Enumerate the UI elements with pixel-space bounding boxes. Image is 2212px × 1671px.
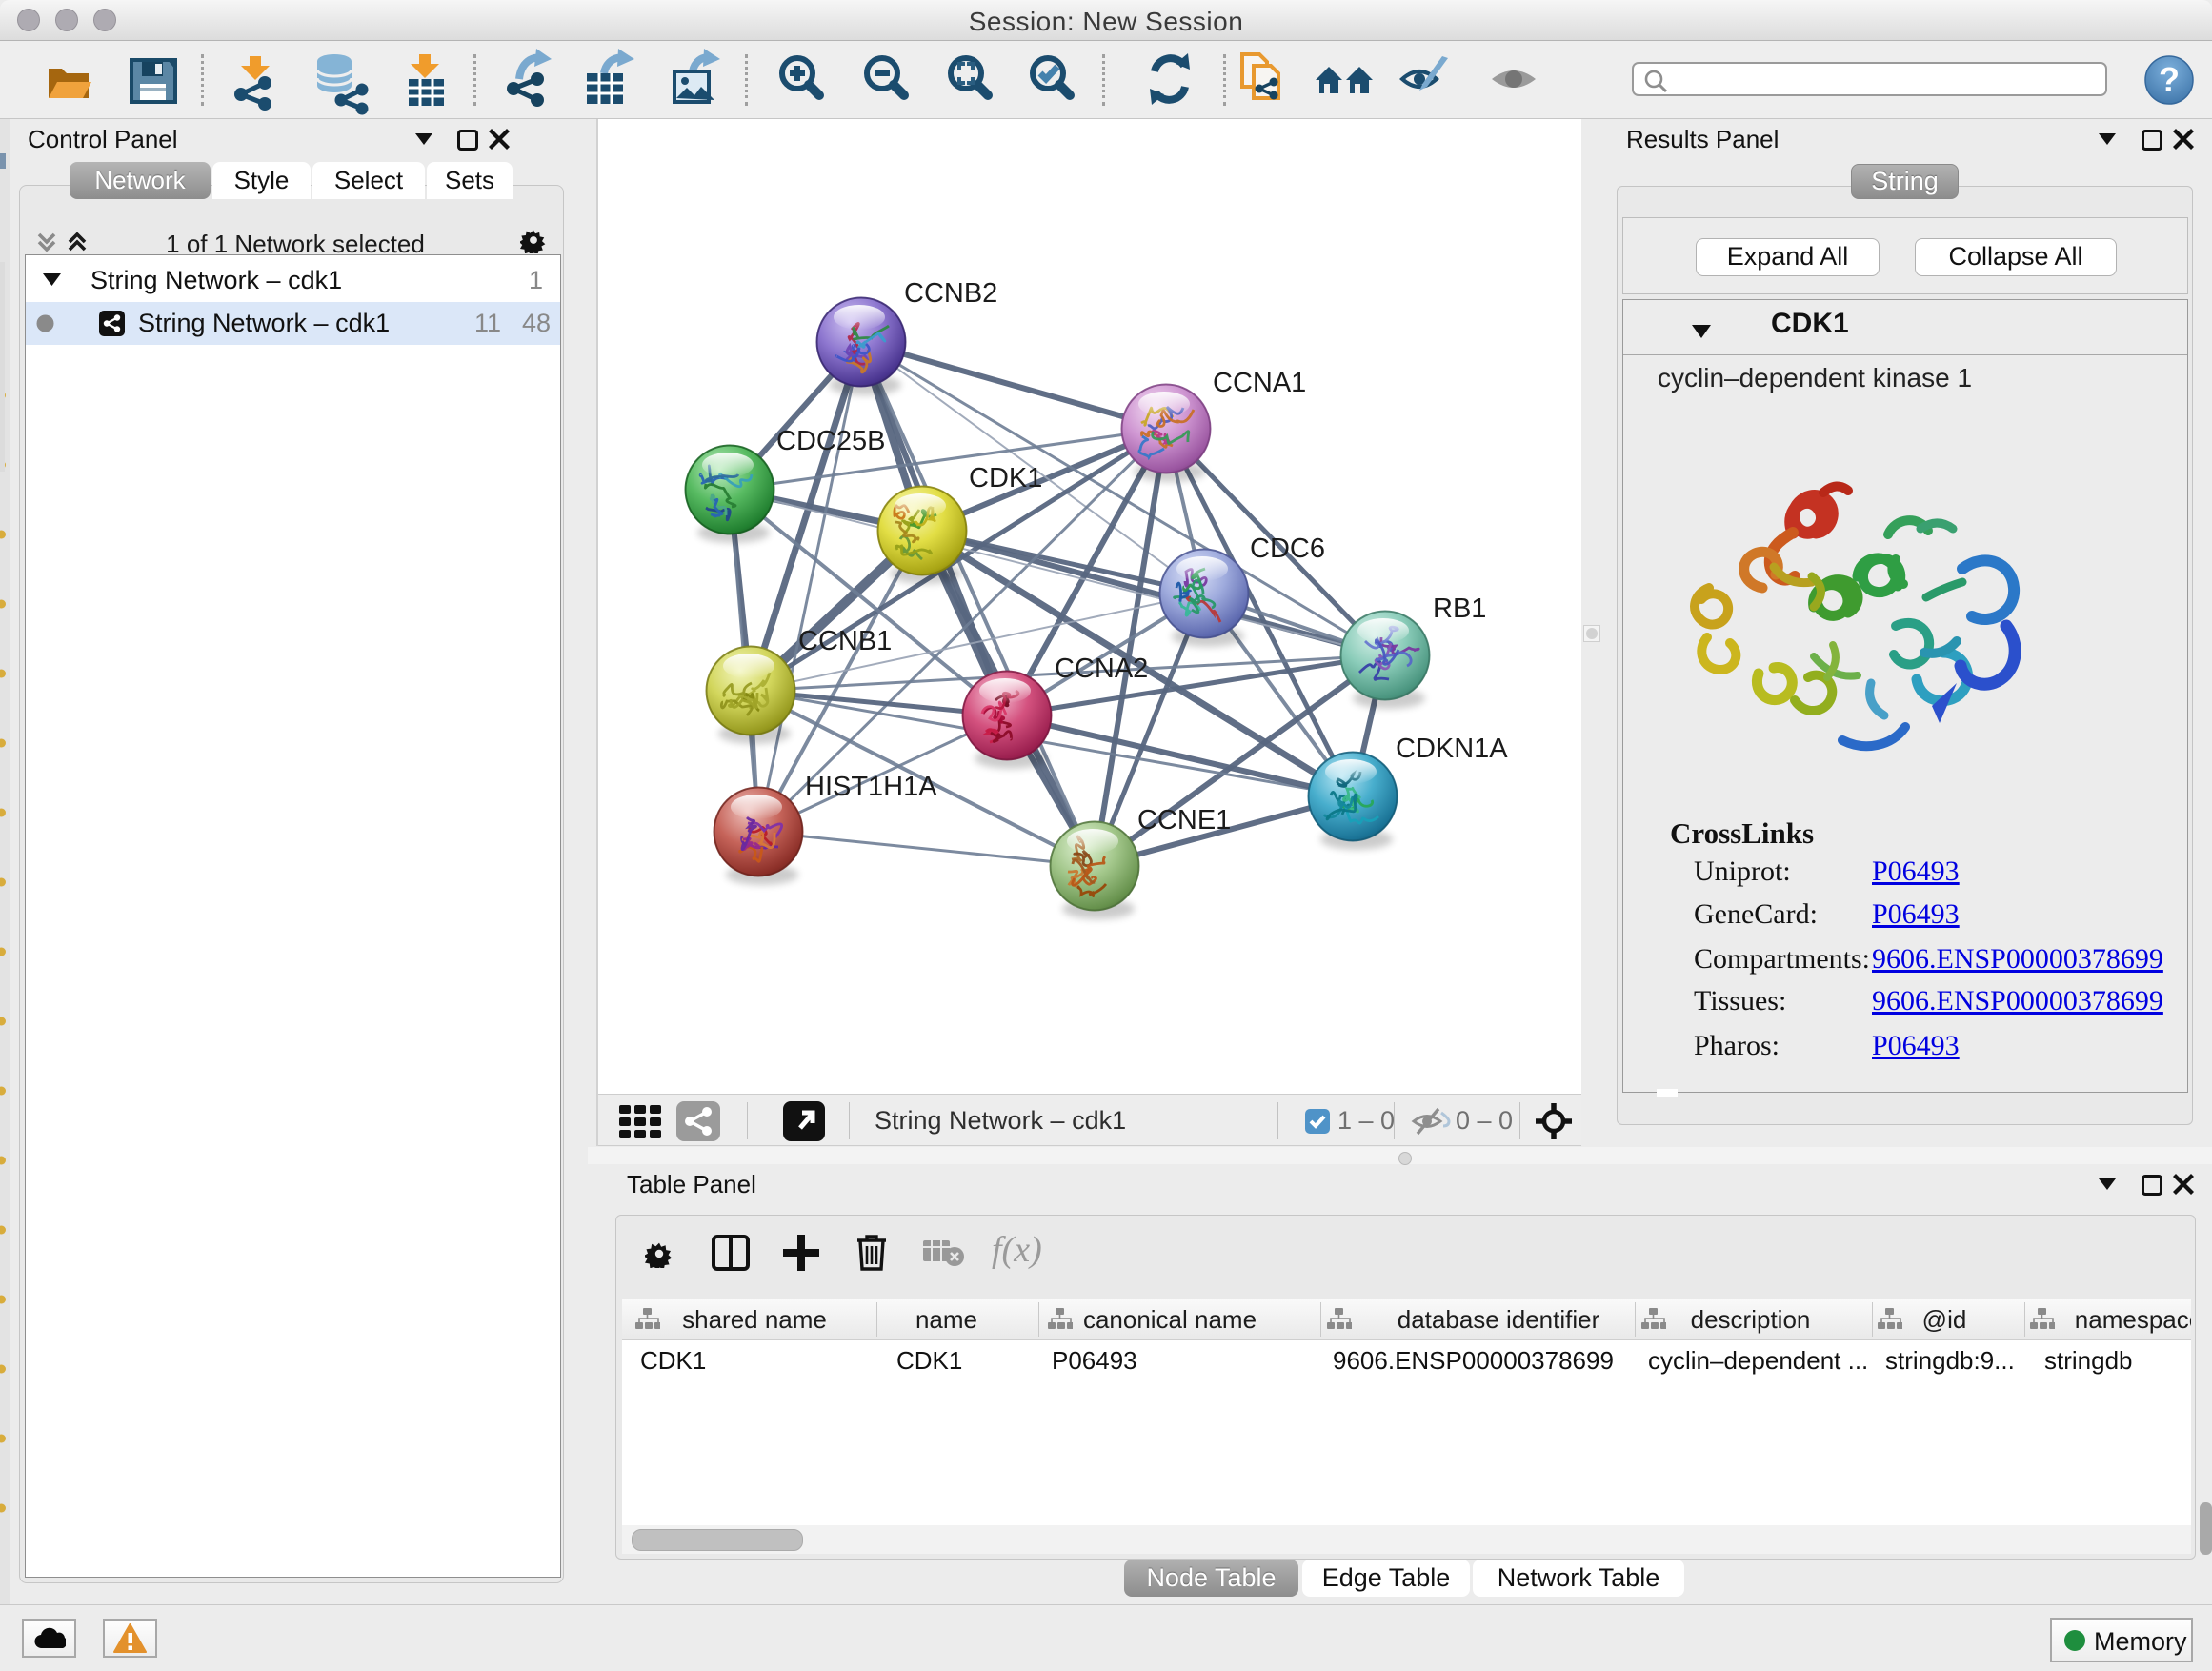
svg-text:CCNE1: CCNE1 [1137,805,1231,836]
svg-text:CCNB2: CCNB2 [904,278,997,309]
svg-text:RB1: RB1 [1433,594,1486,624]
svg-text:CDKN1A: CDKN1A [1396,734,1508,764]
svg-text:CDK1: CDK1 [969,463,1042,493]
svg-text:?: ? [2159,60,2180,99]
svg-text:CDC6: CDC6 [1250,534,1325,564]
svg-text:CDC25B: CDC25B [776,426,885,456]
svg-text:CCNA2: CCNA2 [1055,654,1148,684]
svg-text:HIST1H1A: HIST1H1A [805,772,937,802]
svg-text:CCNA1: CCNA1 [1213,368,1306,398]
svg-text:CCNB1: CCNB1 [798,626,892,656]
